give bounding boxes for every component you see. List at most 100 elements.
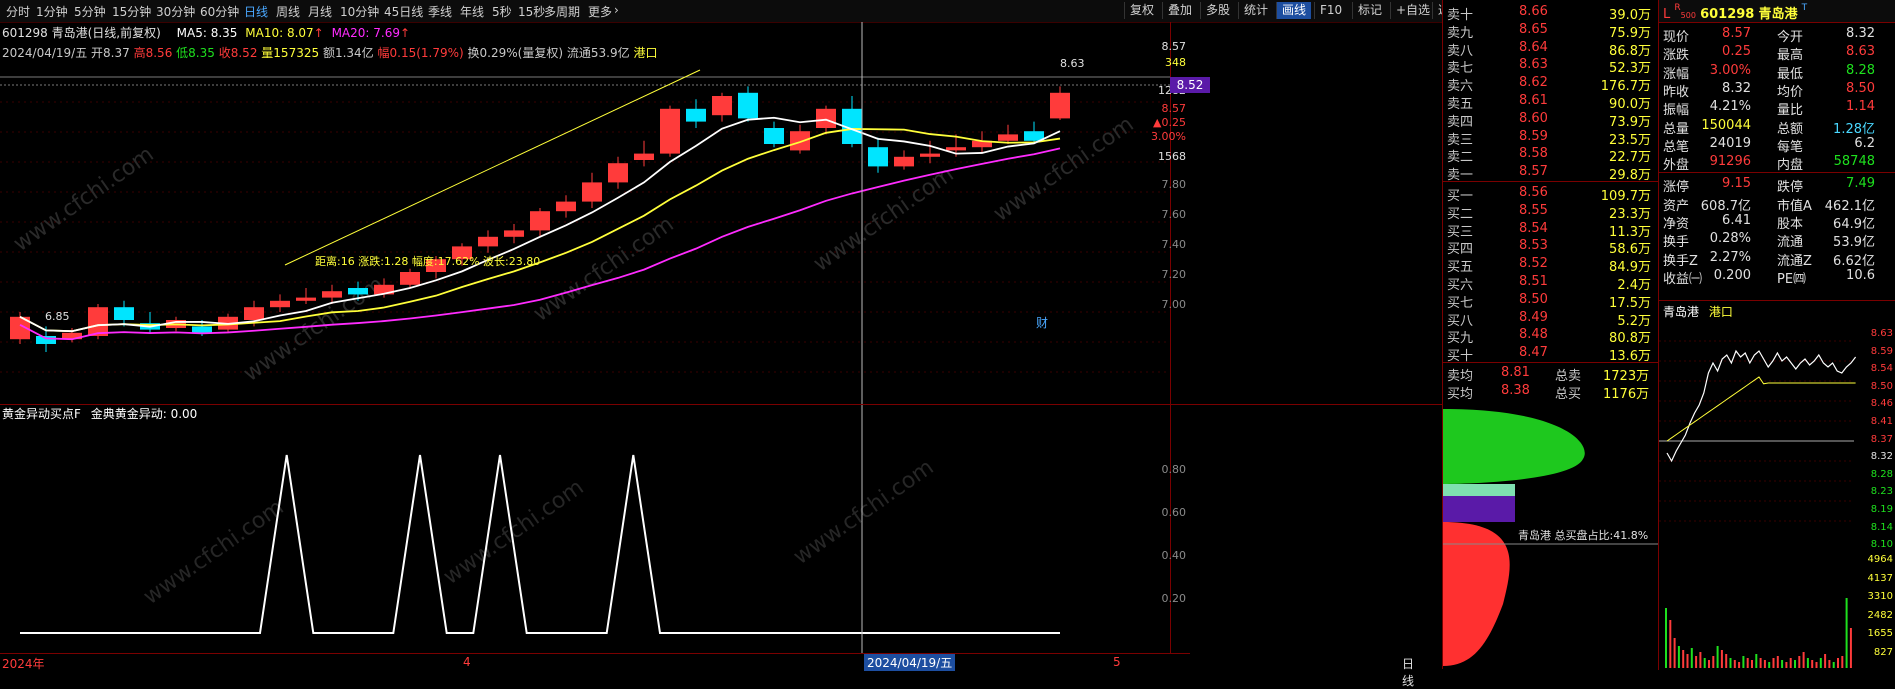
candle-body[interactable] (582, 182, 602, 202)
period-tab[interactable]: 周线 (276, 3, 300, 20)
level-price: 8.61 (1519, 93, 1548, 108)
period-tab[interactable]: 1分钟 (36, 3, 68, 20)
candle-body[interactable] (920, 153, 940, 157)
mini-price-label: 8.28 (1870, 468, 1893, 480)
toolbar-button[interactable]: 多股 (1200, 2, 1235, 19)
indicator-chart[interactable]: www.cfchi.com www.cfchi.com www.cfchi.com (0, 405, 1190, 653)
candle-body[interactable] (894, 156, 914, 167)
candle-body[interactable] (530, 211, 550, 231)
chip-distribution-chart[interactable]: 青岛港 总买盘占比:41.8% (1443, 404, 1658, 669)
period-tab[interactable]: 月线 (308, 3, 332, 20)
ask-row[interactable]: 卖五 8.61 90.0万 (1443, 92, 1659, 112)
period-tab[interactable]: 日线 (244, 3, 268, 20)
candle-body[interactable] (114, 307, 134, 320)
candle-body[interactable] (764, 128, 784, 144)
candle-body[interactable] (36, 336, 56, 344)
bid-row[interactable]: 买十 8.47 13.6万 (1443, 344, 1659, 364)
candle-body[interactable] (400, 272, 420, 285)
period-tab[interactable]: 季线 (428, 3, 452, 20)
more-chevron-icon[interactable]: › (614, 3, 619, 17)
toolbar-button[interactable]: F10 (1314, 2, 1347, 19)
mini-price-label: 8.32 (1870, 451, 1893, 463)
quote-row: 总笔 24019 每笔 6.2 (1659, 135, 1879, 155)
candle-body[interactable] (244, 307, 264, 320)
quote-value: 8.57 (1722, 26, 1751, 41)
toolbar-button[interactable]: 统计 (1238, 2, 1273, 19)
bid-row[interactable]: 买三 8.54 11.3万 (1443, 220, 1659, 240)
ask-row[interactable]: 卖七 8.63 52.3万 (1443, 56, 1659, 76)
candle-body[interactable] (660, 108, 680, 154)
period-tab[interactable]: 多周期 (544, 3, 580, 20)
level-price: 8.62 (1519, 75, 1548, 91)
ask-row[interactable]: 卖十 8.66 39.0万 (1443, 3, 1659, 23)
candle-body[interactable] (816, 108, 836, 128)
volume-bar (1776, 656, 1779, 668)
candle-body[interactable] (686, 108, 706, 122)
kline-chart[interactable]: www.cfchi.com www.cfchi.com www.cfchi.com w… (0, 22, 1190, 407)
candle-body[interactable] (322, 291, 342, 298)
bid-avg-value: 8.38 (1501, 383, 1530, 398)
period-tab[interactable]: 年线 (460, 3, 484, 20)
ask-row[interactable]: 卖三 8.59 23.5万 (1443, 128, 1659, 148)
ask-row[interactable]: 卖八 8.64 86.8万 (1443, 39, 1659, 59)
candle-body[interactable] (738, 92, 758, 119)
candle-body[interactable] (556, 201, 576, 212)
period-tab[interactable]: 5秒 (492, 3, 512, 20)
period-tab[interactable]: 10分钟 (340, 3, 379, 20)
quote-label: 昨收 (1663, 84, 1690, 100)
stock-name[interactable]: 青岛港 (1759, 7, 1798, 22)
toolbar-button[interactable]: 标记 (1352, 2, 1387, 19)
period-tab[interactable]: 45日线 (384, 3, 423, 20)
bid-row[interactable]: 买八 8.49 5.2万 (1443, 309, 1659, 329)
period-tab[interactable]: 15秒 (518, 3, 545, 20)
period-tab[interactable]: 分时 (6, 3, 30, 20)
toolbar-button[interactable]: 复权 (1124, 2, 1159, 19)
period-label[interactable]: 日线 (1402, 655, 1414, 689)
toolbar-button[interactable]: +自选 (1390, 2, 1435, 19)
candle-body[interactable] (348, 288, 368, 295)
finance-marker[interactable]: 财 (1036, 316, 1048, 330)
bid-row[interactable]: 买九 8.48 80.8万 (1443, 326, 1659, 346)
candle-body[interactable] (634, 153, 654, 160)
ask-row[interactable]: 卖四 8.60 73.9万 (1443, 110, 1659, 130)
level-price: 8.59 (1519, 128, 1548, 144)
ask-row[interactable]: 卖一 8.57 29.8万 (1443, 163, 1659, 183)
candle-body[interactable] (192, 326, 212, 333)
bid-row[interactable]: 买二 8.55 23.3万 (1443, 202, 1659, 222)
toolbar-button[interactable]: 画线 (1276, 2, 1312, 19)
candle-body[interactable] (504, 230, 524, 237)
level-price: 8.63 (1519, 57, 1548, 73)
period-tab[interactable]: 15分钟 (112, 3, 151, 20)
volume-bar (1729, 658, 1732, 668)
candle-body[interactable] (868, 147, 888, 167)
period-tab[interactable]: 30分钟 (156, 3, 195, 20)
ask-row[interactable]: 卖九 8.65 75.9万 (1443, 21, 1659, 41)
stock-code[interactable]: 601298 (1700, 7, 1754, 22)
candle-body[interactable] (608, 163, 628, 183)
candle-body[interactable] (712, 96, 732, 116)
candle-body[interactable] (478, 236, 498, 247)
candle-body[interactable] (296, 297, 316, 301)
period-tab[interactable]: 更多 (588, 3, 612, 20)
bid-row[interactable]: 买六 8.51 2.4万 (1443, 273, 1659, 293)
candle-body[interactable] (946, 147, 966, 151)
candle-body[interactable] (270, 300, 290, 308)
mini-volume-label: 4137 (1867, 572, 1893, 584)
volume-bar (1738, 662, 1741, 668)
candle-body[interactable] (790, 131, 810, 151)
bid-row[interactable]: 买五 8.52 84.9万 (1443, 255, 1659, 275)
candle-body[interactable] (1050, 92, 1070, 119)
quote-value: 64.9亿 (1833, 217, 1875, 232)
bid-row[interactable]: 买四 8.53 58.6万 (1443, 237, 1659, 257)
candle-body[interactable] (88, 307, 108, 336)
bid-row[interactable]: 买一 8.56 109.7万 (1443, 184, 1659, 204)
toolbar-button[interactable]: 叠加 (1162, 2, 1197, 19)
period-tab[interactable]: 5分钟 (74, 3, 106, 20)
bid-row[interactable]: 买七 8.50 17.5万 (1443, 291, 1659, 311)
mini-volume-label: 4964 (1867, 554, 1893, 565)
period-tab[interactable]: 60分钟 (200, 3, 239, 20)
candle-body[interactable] (998, 134, 1018, 141)
quote-row: 涨幅 3.00% 最低 8.28 (1659, 62, 1879, 82)
ask-row[interactable]: 卖二 8.58 22.7万 (1443, 145, 1659, 165)
ask-row[interactable]: 卖六 8.62 176.7万 (1443, 74, 1659, 94)
